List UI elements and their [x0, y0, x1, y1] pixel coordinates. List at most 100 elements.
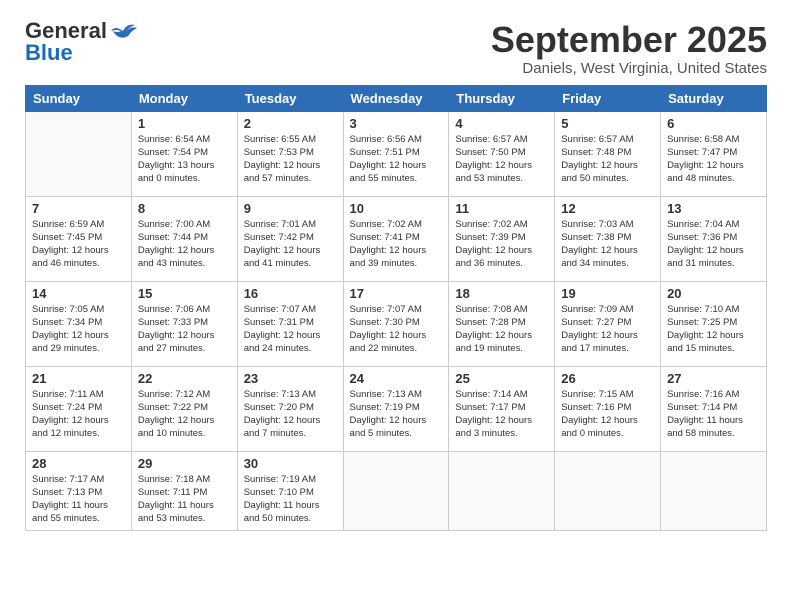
logo: General Blue — [25, 20, 137, 64]
calendar-cell: 10Sunrise: 7:02 AMSunset: 7:41 PMDayligh… — [343, 196, 449, 281]
day-number: 25 — [455, 371, 548, 386]
calendar-cell: 27 Sunrise: 7:16 AMSunset: 7:14 PMDayligh… — [661, 366, 767, 451]
day-info: Sunrise: 6:59 AMSunset: 7:45 PMDaylight:… — [32, 218, 125, 271]
day-info: Sunrise: 7:11 AMSunset: 7:24 PMDaylight:… — [32, 388, 125, 441]
weekday-header-tuesday: Tuesday — [237, 85, 343, 111]
day-number: 6 — [667, 116, 760, 131]
calendar-cell: 26Sunrise: 7:15 AMSunset: 7:16 PMDayligh… — [555, 366, 661, 451]
day-info: Sunrise: 7:08 AMSunset: 7:28 PMDaylight:… — [455, 303, 548, 356]
day-number: 4 — [455, 116, 548, 131]
week-row-4: 21 Sunrise: 7:11 AMSunset: 7:24 PMDayligh… — [26, 366, 767, 451]
calendar-cell: 18Sunrise: 7:08 AMSunset: 7:28 PMDayligh… — [449, 281, 555, 366]
day-info: Sunrise: 7:12 AMSunset: 7:22 PMDaylight:… — [138, 388, 231, 441]
day-info: Sunrise: 6:56 AMSunset: 7:51 PMDaylight:… — [350, 133, 443, 186]
calendar-cell: 30 Sunrise: 7:19 AMSunset: 7:10 PMDayligh… — [237, 451, 343, 530]
calendar-cell: 25Sunrise: 7:14 AMSunset: 7:17 PMDayligh… — [449, 366, 555, 451]
day-info: Sunrise: 7:19 AMSunset: 7:10 PMDaylight:… — [244, 473, 337, 526]
day-number: 1 — [138, 116, 231, 131]
calendar-cell: 24 Sunrise: 7:13 AMSunset: 7:19 PMDayligh… — [343, 366, 449, 451]
calendar-cell: 19 Sunrise: 7:09 AMSunset: 7:27 PMDayligh… — [555, 281, 661, 366]
calendar-cell: 16Sunrise: 7:07 AMSunset: 7:31 PMDayligh… — [237, 281, 343, 366]
calendar-cell: 3 Sunrise: 6:56 AMSunset: 7:51 PMDaylight… — [343, 111, 449, 196]
weekday-header-wednesday: Wednesday — [343, 85, 449, 111]
day-number: 13 — [667, 201, 760, 216]
day-info: Sunrise: 7:07 AMSunset: 7:30 PMDaylight:… — [350, 303, 443, 356]
day-number: 3 — [350, 116, 443, 131]
day-info: Sunrise: 7:16 AMSunset: 7:14 PMDaylight:… — [667, 388, 760, 441]
day-info: Sunrise: 6:57 AMSunset: 7:50 PMDaylight:… — [455, 133, 548, 186]
day-number: 28 — [32, 456, 125, 471]
day-number: 24 — [350, 371, 443, 386]
day-info: Sunrise: 6:55 AMSunset: 7:53 PMDaylight:… — [244, 133, 337, 186]
weekday-header-friday: Friday — [555, 85, 661, 111]
calendar-cell — [661, 451, 767, 530]
day-number: 11 — [455, 201, 548, 216]
month-title: September 2025 — [491, 20, 767, 60]
day-info: Sunrise: 7:06 AMSunset: 7:33 PMDaylight:… — [138, 303, 231, 356]
calendar-cell — [343, 451, 449, 530]
day-info: Sunrise: 7:15 AMSunset: 7:16 PMDaylight:… — [561, 388, 654, 441]
day-number: 27 — [667, 371, 760, 386]
day-number: 15 — [138, 286, 231, 301]
day-info: Sunrise: 7:00 AMSunset: 7:44 PMDaylight:… — [138, 218, 231, 271]
calendar-cell — [26, 111, 132, 196]
day-info: Sunrise: 7:03 AMSunset: 7:38 PMDaylight:… — [561, 218, 654, 271]
day-info: Sunrise: 7:13 AMSunset: 7:20 PMDaylight:… — [244, 388, 337, 441]
day-info: Sunrise: 7:04 AMSunset: 7:36 PMDaylight:… — [667, 218, 760, 271]
calendar-cell: 22 Sunrise: 7:12 AMSunset: 7:22 PMDayligh… — [131, 366, 237, 451]
weekday-header-saturday: Saturday — [661, 85, 767, 111]
week-row-5: 28Sunrise: 7:17 AMSunset: 7:13 PMDayligh… — [26, 451, 767, 530]
day-number: 8 — [138, 201, 231, 216]
day-number: 20 — [667, 286, 760, 301]
calendar-cell: 13 Sunrise: 7:04 AMSunset: 7:36 PMDayligh… — [661, 196, 767, 281]
logo-bird-icon — [109, 21, 137, 41]
day-number: 23 — [244, 371, 337, 386]
calendar-cell: 29Sunrise: 7:18 AMSunset: 7:11 PMDayligh… — [131, 451, 237, 530]
day-number: 10 — [350, 201, 443, 216]
weekday-header-monday: Monday — [131, 85, 237, 111]
day-info: Sunrise: 7:13 AMSunset: 7:19 PMDaylight:… — [350, 388, 443, 441]
calendar-cell: 12 Sunrise: 7:03 AMSunset: 7:38 PMDayligh… — [555, 196, 661, 281]
day-number: 14 — [32, 286, 125, 301]
calendar-cell: 21 Sunrise: 7:11 AMSunset: 7:24 PMDayligh… — [26, 366, 132, 451]
calendar-cell: 7 Sunrise: 6:59 AMSunset: 7:45 PMDaylight… — [26, 196, 132, 281]
weekday-header-sunday: Sunday — [26, 85, 132, 111]
week-row-2: 7 Sunrise: 6:59 AMSunset: 7:45 PMDaylight… — [26, 196, 767, 281]
day-info: Sunrise: 7:10 AMSunset: 7:25 PMDaylight:… — [667, 303, 760, 356]
day-info: Sunrise: 7:02 AMSunset: 7:39 PMDaylight:… — [455, 218, 548, 271]
calendar-cell: 11 Sunrise: 7:02 AMSunset: 7:39 PMDayligh… — [449, 196, 555, 281]
day-info: Sunrise: 7:09 AMSunset: 7:27 PMDaylight:… — [561, 303, 654, 356]
day-number: 21 — [32, 371, 125, 386]
calendar-cell: 9Sunrise: 7:01 AMSunset: 7:42 PMDaylight… — [237, 196, 343, 281]
calendar-cell: 15 Sunrise: 7:06 AMSunset: 7:33 PMDayligh… — [131, 281, 237, 366]
calendar-cell: 20 Sunrise: 7:10 AMSunset: 7:25 PMDayligh… — [661, 281, 767, 366]
calendar-cell: 4 Sunrise: 6:57 AMSunset: 7:50 PMDaylight… — [449, 111, 555, 196]
calendar-cell: 1 Sunrise: 6:54 AMSunset: 7:54 PMDaylight… — [131, 111, 237, 196]
day-info: Sunrise: 6:57 AMSunset: 7:48 PMDaylight:… — [561, 133, 654, 186]
day-number: 30 — [244, 456, 337, 471]
week-row-3: 14Sunrise: 7:05 AMSunset: 7:34 PMDayligh… — [26, 281, 767, 366]
week-row-1: 1 Sunrise: 6:54 AMSunset: 7:54 PMDaylight… — [26, 111, 767, 196]
day-number: 16 — [244, 286, 337, 301]
day-number: 22 — [138, 371, 231, 386]
day-number: 19 — [561, 286, 654, 301]
calendar-cell: 8 Sunrise: 7:00 AMSunset: 7:44 PMDaylight… — [131, 196, 237, 281]
day-number: 29 — [138, 456, 231, 471]
day-number: 7 — [32, 201, 125, 216]
calendar-cell: 6 Sunrise: 6:58 AMSunset: 7:47 PMDaylight… — [661, 111, 767, 196]
day-number: 2 — [244, 116, 337, 131]
title-area: September 2025 Daniels, West Virginia, U… — [491, 20, 767, 77]
calendar-cell: 2 Sunrise: 6:55 AMSunset: 7:53 PMDaylight… — [237, 111, 343, 196]
calendar-cell: 28Sunrise: 7:17 AMSunset: 7:13 PMDayligh… — [26, 451, 132, 530]
day-number: 12 — [561, 201, 654, 216]
day-number: 17 — [350, 286, 443, 301]
day-info: Sunrise: 6:54 AMSunset: 7:54 PMDaylight:… — [138, 133, 231, 186]
calendar-cell — [449, 451, 555, 530]
calendar-cell — [555, 451, 661, 530]
calendar-table: SundayMondayTuesdayWednesdayThursdayFrid… — [25, 85, 767, 531]
calendar-cell: 23 Sunrise: 7:13 AMSunset: 7:20 PMDayligh… — [237, 366, 343, 451]
day-info: Sunrise: 7:01 AMSunset: 7:42 PMDaylight:… — [244, 218, 337, 271]
day-info: Sunrise: 6:58 AMSunset: 7:47 PMDaylight:… — [667, 133, 760, 186]
calendar-cell: 17 Sunrise: 7:07 AMSunset: 7:30 PMDayligh… — [343, 281, 449, 366]
page-header: General Blue September 2025 Daniels, Wes… — [25, 20, 767, 77]
